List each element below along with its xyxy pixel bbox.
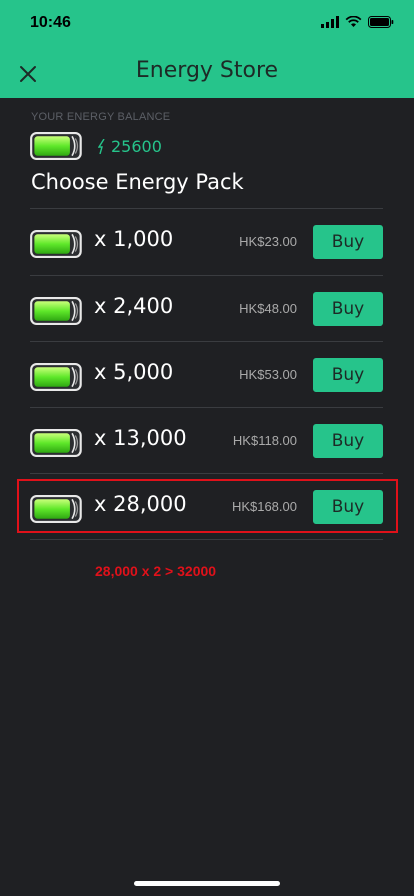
pack-amount: x 5,000 <box>94 360 174 384</box>
pack-row-1000: x 1,000 HK$23.00 Buy <box>30 209 383 275</box>
status-bar: 10:46 <box>0 0 414 48</box>
battery-status-icon <box>368 16 394 28</box>
buy-button[interactable]: Buy <box>313 292 383 326</box>
battery-icon <box>30 429 84 457</box>
pack-row-2400: x 2,400 HK$48.00 Buy <box>30 276 383 342</box>
buy-button[interactable]: Buy <box>313 424 383 458</box>
balance-value: 25600 <box>111 136 162 156</box>
annotation-text: 28,000 x 2 > 32000 <box>95 563 217 579</box>
pack-amount: x 1,000 <box>94 227 174 251</box>
balance-caption: YOUR ENERGY BALANCE <box>31 111 171 123</box>
highlight-box <box>17 479 398 533</box>
status-time: 10:46 <box>30 14 71 31</box>
battery-icon <box>30 363 84 391</box>
section-title: Choose Energy Pack <box>31 170 244 194</box>
buy-button[interactable]: Buy <box>313 358 383 392</box>
battery-icon <box>30 297 84 325</box>
balance-value-wrap: 25600 <box>98 137 162 156</box>
pack-price: HK$118.00 <box>232 433 297 448</box>
pack-price: HK$53.00 <box>239 367 297 382</box>
pack-row-13000: x 13,000 HK$118.00 Buy <box>30 408 383 474</box>
pack-amount: x 2,400 <box>94 294 174 318</box>
pack-price: HK$48.00 <box>239 301 297 316</box>
home-indicator[interactable] <box>134 881 280 886</box>
signal-icon <box>321 16 339 28</box>
pack-price: HK$23.00 <box>239 234 297 249</box>
pack-row-5000: x 5,000 HK$53.00 Buy <box>30 342 383 408</box>
nav-bar: Energy Store <box>0 48 414 98</box>
page-title: Energy Store <box>135 58 279 83</box>
wifi-icon <box>345 16 362 27</box>
balance-row: 25600 <box>30 131 162 161</box>
battery-icon <box>30 132 84 160</box>
battery-icon <box>30 230 84 258</box>
buy-button[interactable]: Buy <box>313 225 383 259</box>
bolt-icon <box>98 138 105 154</box>
pack-amount: x 13,000 <box>94 426 187 450</box>
status-icons <box>321 16 394 28</box>
